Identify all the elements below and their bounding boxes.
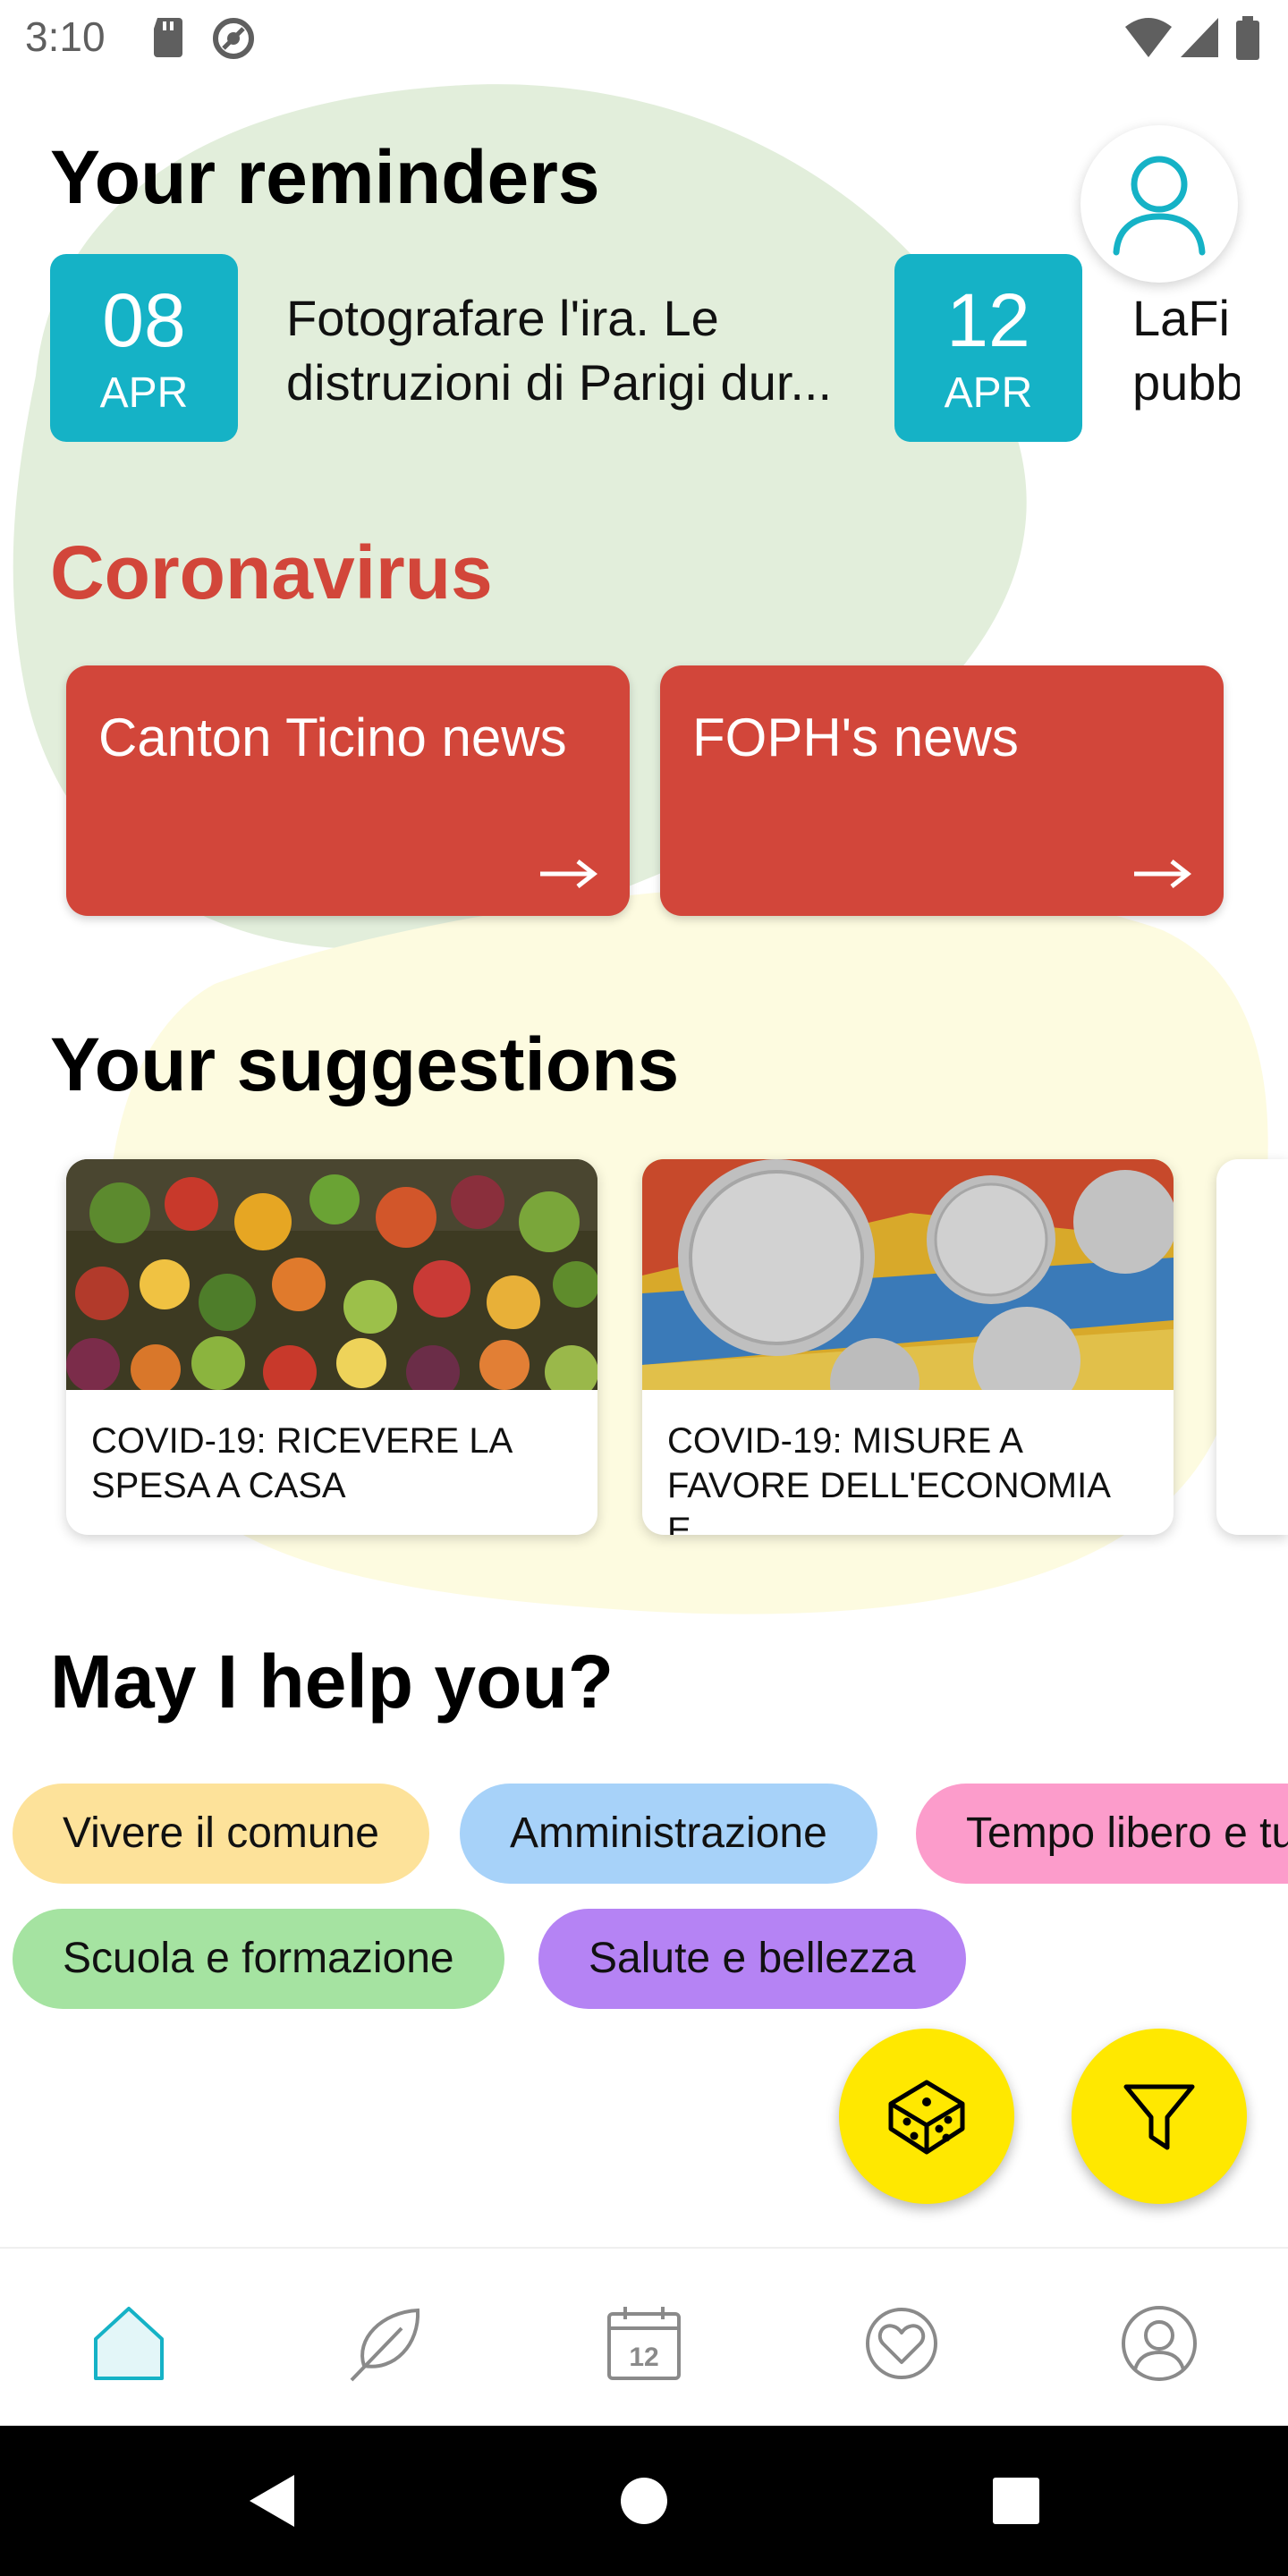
canton-ticino-news-button[interactable]: Canton Ticino news [66, 665, 630, 916]
reminder-month: APR [944, 369, 1033, 417]
nav-home[interactable] [84, 2299, 174, 2388]
coronavirus-title: Coronavirus [50, 530, 493, 614]
filter-button[interactable] [1072, 2029, 1247, 2204]
reminder-text-line: Fotografare l'ira. Le [286, 290, 719, 346]
reminder-card[interactable]: 12 APR LaFi pubb [894, 254, 1288, 444]
battery-icon [1236, 16, 1259, 60]
reminder-card[interactable]: 08 APR Fotografare l'ira. Le distruzioni… [50, 254, 882, 444]
corona-card-label: FOPH's news [692, 708, 1019, 767]
filter-icon [1123, 2084, 1195, 2150]
status-bar: 3:10 [0, 0, 1288, 75]
reminder-text-line: LaFi [1132, 290, 1230, 346]
wifi-icon [1125, 18, 1172, 57]
nav-profile[interactable] [1114, 2299, 1204, 2388]
suggestion-card[interactable]: COVID-19: RICEVERE LA SPESA A CASA [66, 1159, 597, 1535]
nav-leisure[interactable] [342, 2299, 431, 2388]
corona-card-label: Canton Ticino news [98, 708, 567, 767]
chip-scuola-e-formazione[interactable]: Scuola e formazione [13, 1909, 504, 2009]
help-title: May I help you? [50, 1640, 614, 1724]
reminder-text-line: pubb [1132, 354, 1240, 411]
nav-favorites[interactable] [857, 2299, 946, 2388]
reminders-title: Your reminders [50, 135, 600, 219]
heart-icon [866, 2308, 937, 2379]
status-time: 3:10 [25, 13, 106, 60]
suggestion-title: COVID-19: MISURE A FAVORE DELL'ECONOMIA … [667, 1421, 1109, 1535]
suggestion-card[interactable] [1216, 1159, 1288, 1535]
reminder-text: Fotografare l'ira. Le distruzioni di Par… [286, 286, 882, 415]
suggestions-title: Your suggestions [50, 1022, 680, 1106]
chip-salute-e-bellezza[interactable]: Salute e bellezza [538, 1909, 966, 2009]
leaf-icon [350, 2308, 420, 2382]
arrow-right-icon [1134, 860, 1191, 888]
chip-tempo-libero[interactable]: Tempo libero e tu [916, 1784, 1288, 1884]
suggestion-title: COVID-19: RICEVERE LA SPESA A CASA [91, 1421, 512, 1505]
reminder-month: APR [99, 369, 189, 417]
chip-vivere-il-comune[interactable]: Vivere il comune [13, 1784, 429, 1884]
reminder-day: 08 [102, 278, 186, 362]
bottom-navigation: 12 [0, 2247, 1288, 2426]
foph-news-button[interactable]: FOPH's news [660, 665, 1224, 916]
profile-icon [1122, 2306, 1197, 2381]
reminder-date: 12 APR [894, 254, 1082, 442]
chip-amministrazione[interactable]: Amministrazione [460, 1784, 877, 1884]
calendar-icon: 12 [607, 2307, 681, 2380]
user-icon [1113, 156, 1206, 256]
home-icon [94, 2307, 164, 2380]
random-dice-button[interactable] [839, 2029, 1014, 2204]
calendar-icon-text: 12 [629, 2343, 658, 2372]
suggestion-card[interactable]: COVID-19: MISURE A FAVORE DELL'ECONOMIA … [642, 1159, 1174, 1535]
no-disturb-icon [213, 18, 254, 59]
nav-calendar[interactable]: 12 [599, 2299, 689, 2388]
vegetables-market-image [66, 1159, 597, 1390]
swiss-coins-image [642, 1159, 1174, 1390]
signal-icon [1181, 18, 1218, 57]
reminder-day: 12 [946, 278, 1030, 362]
reminder-date: 08 APR [50, 254, 238, 442]
reminder-text-line: distruzioni di Parigi dur... [286, 354, 833, 411]
arrow-right-icon [540, 860, 597, 888]
reminder-text: LaFi pubb [1132, 286, 1240, 415]
sd-card-icon [154, 18, 182, 57]
dice-icon [888, 2080, 965, 2155]
home-screen: Your reminders 08 APR Fotografare l'ira.… [0, 0, 1288, 2576]
